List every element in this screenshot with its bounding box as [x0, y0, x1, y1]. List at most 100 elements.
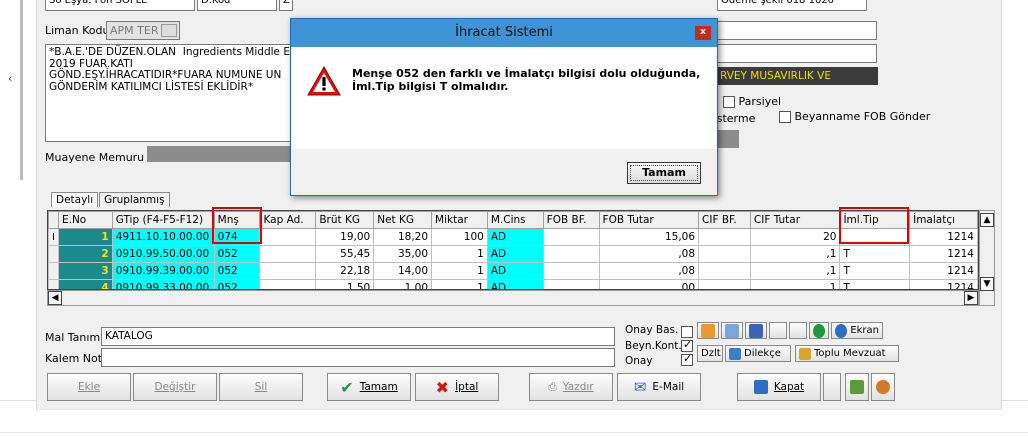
col-header[interactable]: CIF BF. — [698, 211, 751, 229]
cell-fob[interactable]: ,08 — [598, 262, 700, 280]
cell-net[interactable]: 1,00 — [373, 279, 433, 289]
scroll-up-icon[interactable]: ▲ — [980, 213, 994, 227]
dzlt-button[interactable]: Dzlt — [697, 345, 723, 362]
cell-miktar[interactable]: 100 — [431, 228, 488, 246]
right-field-2[interactable] — [717, 44, 877, 63]
ekle-button[interactable]: Ekle — [47, 373, 131, 401]
cell-fobbf[interactable] — [542, 279, 600, 289]
collapse-arrow-icon[interactable]: ‹ — [8, 72, 12, 85]
cell-mns[interactable]: 052 — [213, 245, 261, 263]
scroll-down-icon[interactable]: ▼ — [980, 277, 994, 291]
col-header[interactable]: CIF Tutar — [749, 211, 841, 229]
sil-button[interactable]: Sil — [219, 373, 303, 401]
cell-fob[interactable]: ,00 — [598, 279, 700, 289]
col-header[interactable]: GTip (F4-F5-F12) — [111, 211, 215, 229]
cell-eno[interactable]: 4 — [57, 279, 113, 289]
top-field-1[interactable]: So Eşya. Fon SOFLL — [45, 0, 195, 11]
toplu-mevzuat-button[interactable]: Toplu Mevzuat — [795, 345, 899, 362]
cell-imalatci[interactable]: 1214 — [909, 245, 978, 263]
calculator-icon[interactable] — [845, 373, 869, 401]
cell-imalatci[interactable]: 1214 — [909, 279, 978, 289]
onay-bas-checkbox[interactable] — [681, 326, 693, 338]
col-header[interactable]: Brüt KG — [315, 211, 375, 229]
cell-miktar[interactable]: 1 — [431, 262, 488, 280]
degistir-button[interactable]: Değiştir — [133, 373, 217, 401]
mal-tanimi-field[interactable]: KATALOG — [101, 327, 615, 346]
rail-scrollbar[interactable] — [20, 0, 23, 180]
cell-fobbf[interactable] — [542, 228, 600, 246]
cell-net[interactable]: 14,00 — [373, 262, 433, 280]
cell-cif[interactable]: ,1 — [749, 262, 841, 280]
email-button[interactable]: ✉ E-Mail — [617, 373, 701, 401]
col-header[interactable]: İmalatçı — [909, 211, 978, 229]
beyanname-fob-option[interactable]: Beyanname FOB Gönder — [779, 110, 930, 123]
cell-cifbf[interactable] — [698, 262, 751, 280]
col-header[interactable]: M.Cins — [486, 211, 544, 229]
cell-imalatci[interactable]: 1214 — [909, 228, 978, 246]
tab-detayli[interactable]: Detaylı — [51, 192, 99, 207]
beyanname-fob-checkbox[interactable] — [779, 111, 791, 123]
right-field-1[interactable] — [717, 21, 877, 40]
cell-eno[interactable]: 3 — [57, 262, 113, 280]
iptal-button[interactable]: ✖ İptal — [415, 373, 499, 401]
grid-horizontal-scrollbar[interactable]: ◀ ▶ — [47, 290, 979, 306]
liman-lookup-button[interactable] — [161, 24, 177, 37]
dialog-ok-button[interactable]: Tamam — [627, 162, 701, 184]
cell-brut[interactable]: 1,50 — [315, 279, 375, 289]
cell-miktar[interactable]: 1 — [431, 245, 488, 263]
col-header[interactable]: Kap Ad. — [259, 211, 317, 229]
cell-gtip[interactable]: 0910.99.50.00.00 — [111, 245, 215, 263]
kapat-button[interactable]: Kapat — [737, 373, 821, 401]
table-row[interactable]: 2 0910.99.50.00.00 052 55,45 35,00 1 AD … — [48, 245, 978, 263]
cell-imalatci[interactable]: 1214 — [909, 262, 978, 280]
tab-gruplanmis[interactable]: Gruplanmış — [99, 192, 170, 207]
col-header[interactable]: FOB BF. — [542, 211, 600, 229]
go-icon[interactable] — [809, 322, 829, 339]
beyn-kont-checkbox[interactable] — [681, 338, 693, 352]
blank-button[interactable] — [823, 373, 841, 401]
muayene-field[interactable] — [147, 146, 297, 162]
cell-fobbf[interactable] — [542, 245, 600, 263]
cell-kap[interactable] — [259, 228, 317, 246]
dilekce-button[interactable]: Dilekçe — [725, 345, 791, 362]
col-header[interactable]: FOB Tutar — [598, 211, 700, 229]
cell-eno[interactable]: 1 — [57, 228, 113, 246]
blank-button[interactable] — [769, 322, 787, 339]
cell-imltip[interactable]: T — [839, 245, 911, 263]
col-header[interactable]: Miktar — [431, 211, 488, 229]
cell-cifbf[interactable] — [698, 279, 751, 289]
kalem-not-field[interactable] — [101, 348, 615, 367]
tamam-button[interactable]: ✔ Tamam — [327, 373, 411, 401]
cell-miktar[interactable]: 1 — [431, 279, 488, 289]
cell-eno[interactable]: 2 — [57, 245, 113, 263]
cell-gtip[interactable]: 4911.10.10.00.00 — [111, 228, 215, 246]
cell-fob[interactable]: 15,06 — [598, 228, 700, 246]
top-field-5[interactable]: Odeme şekli 018 1020 — [717, 0, 867, 11]
cell-mcins[interactable]: AD — [486, 228, 544, 246]
cell-brut[interactable]: 55,45 — [315, 245, 375, 263]
table-row[interactable]: 3 0910.99.39.00.00 052 22,18 14,00 1 AD … — [48, 262, 978, 280]
settings-icon[interactable] — [871, 373, 895, 401]
cell-net[interactable]: 18,20 — [373, 228, 433, 246]
cell-brut[interactable]: 19,00 — [315, 228, 375, 246]
cell-cif[interactable]: 20 — [749, 228, 841, 246]
ekran-button[interactable]: Ekran — [831, 322, 883, 339]
table-row[interactable]: 4 0910.99.33.00.00 052 1,50 1,00 1 AD ,0… — [48, 279, 978, 289]
onay-checkbox[interactable] — [681, 352, 693, 366]
cell-mns[interactable]: 052 — [213, 262, 261, 280]
col-header[interactable]: Net KG — [373, 211, 433, 229]
cell-kap[interactable] — [259, 262, 317, 280]
scroll-left-icon[interactable]: ◀ — [48, 291, 62, 305]
gray-button[interactable] — [717, 130, 739, 148]
cell-mcins[interactable]: AD — [486, 262, 544, 280]
parsiyel-checkbox[interactable] — [723, 96, 735, 108]
cell-gtip[interactable]: 0910.99.39.00.00 — [111, 262, 215, 280]
cell-cif[interactable]: ,1 — [749, 245, 841, 263]
cell-cifbf[interactable] — [698, 228, 751, 246]
cell-gtip[interactable]: 0910.99.33.00.00 — [111, 279, 215, 289]
document-icon[interactable] — [721, 322, 743, 339]
cell-cifbf[interactable] — [698, 245, 751, 263]
top-field-2[interactable]: D.Kod — [197, 0, 277, 11]
scroll-right-icon[interactable]: ▶ — [964, 291, 978, 305]
cell-imltip[interactable]: T — [839, 262, 911, 280]
